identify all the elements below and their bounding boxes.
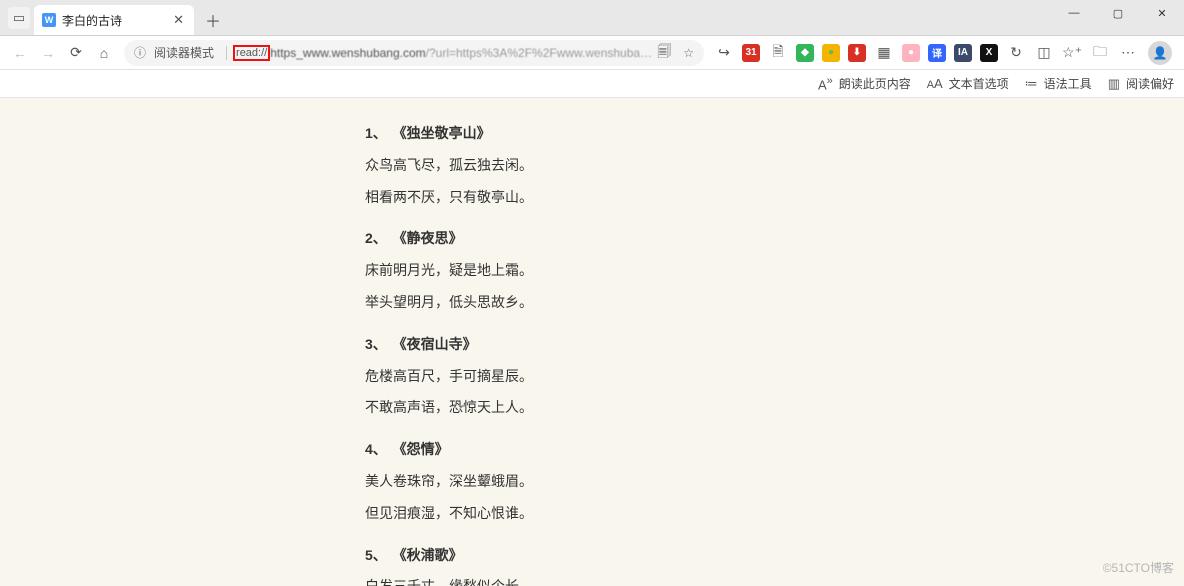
window-controls: — ▢ ✕: [1052, 0, 1184, 35]
read-scheme-highlight: read://: [233, 45, 270, 61]
tab-overview-button[interactable]: ▭: [8, 7, 30, 29]
reader-options-bar: A» 朗读此页内容 AA 文本首选项 ≔ 语法工具 ▥ 阅读偏好: [0, 70, 1184, 98]
poem-line: 众鸟高飞尽，孤云独去闲。: [365, 154, 1005, 178]
text-pref-label: 文本首选项: [949, 75, 1009, 92]
new-tab-button[interactable]: ＋: [200, 7, 226, 33]
tab-title: 李白的古诗: [62, 12, 171, 29]
clipboard-icon[interactable]: 🗎: [764, 39, 792, 67]
forward-button[interactable]: →: [34, 39, 62, 67]
text-size-icon: AA: [927, 76, 943, 91]
reading-pref-label: 阅读偏好: [1126, 75, 1174, 92]
read-aloud-button[interactable]: A» 朗读此页内容: [818, 75, 911, 92]
book-icon: ▥: [1108, 76, 1120, 92]
ext-icon-shield[interactable]: ◆: [796, 44, 814, 62]
poem-title: 5、 《秋浦歌》: [365, 544, 1005, 568]
reader-toggle-icon[interactable]: 🗐: [653, 40, 675, 66]
window-grid-icon[interactable]: ▦: [870, 39, 898, 67]
address-bar[interactable]: ⓘ 阅读器模式 read:// https_www.wenshubang.com…: [124, 40, 704, 66]
poem-title: 2、 《静夜思》: [365, 227, 1005, 251]
back-button[interactable]: ←: [6, 39, 34, 67]
reader-mode-label: 阅读器模式: [154, 44, 214, 61]
poem-line: 相看两不厌，只有敬亭山。: [365, 186, 1005, 210]
url-text: https_www.wenshubang.com/?url=https%3A%2…: [270, 46, 653, 60]
read-aloud-label: 朗读此页内容: [839, 75, 911, 92]
poem-line: 床前明月光，疑是地上霜。: [365, 259, 1005, 283]
text-preferences-button[interactable]: AA 文本首选项: [927, 75, 1009, 92]
poem-title: 1、 《独坐敬亭山》: [365, 122, 1005, 146]
sidepanel-icon[interactable]: ◫: [1030, 39, 1058, 67]
favorite-button[interactable]: ☆: [683, 46, 694, 60]
toolbar: ← → ⟳ ⌂ ⓘ 阅读器模式 read:// https_www.wenshu…: [0, 36, 1184, 70]
minimize-button[interactable]: —: [1052, 0, 1096, 27]
ext-icon-x[interactable]: X: [980, 44, 998, 62]
poem-title: 4、 《怨情》: [365, 438, 1005, 462]
grammar-tools-button[interactable]: ≔ 语法工具: [1025, 75, 1092, 92]
ext-icon-duck[interactable]: ●: [822, 44, 840, 62]
reader-content[interactable]: 1、 《独坐敬亭山》众鸟高飞尽，孤云独去闲。相看两不厌，只有敬亭山。 2、 《静夜…: [0, 98, 1184, 586]
ext-icon-ia[interactable]: IA: [954, 44, 972, 62]
address-separator: [226, 46, 227, 60]
article-body: 1、 《独坐敬亭山》众鸟高飞尽，孤云独去闲。相看两不厌，只有敬亭山。 2、 《静夜…: [365, 98, 1005, 586]
poem-title: 3、 《夜宿山寺》: [365, 333, 1005, 357]
send-to-device-icon[interactable]: ↪: [710, 39, 738, 67]
poem-line: 不敢高声语，恐惊天上人。: [365, 396, 1005, 420]
close-tab-button[interactable]: ✕: [171, 12, 186, 28]
ext-icon-translate[interactable]: 译: [928, 44, 946, 62]
grammar-icon: ≔: [1025, 76, 1038, 92]
more-button[interactable]: ⋯: [1114, 39, 1142, 67]
sync-icon[interactable]: ↻: [1002, 39, 1030, 67]
tab-favicon: W: [42, 13, 56, 27]
maximize-button[interactable]: ▢: [1096, 0, 1140, 27]
ext-icon-down[interactable]: ⬇: [848, 44, 866, 62]
favorites-bar-icon[interactable]: ☆⁺: [1058, 39, 1086, 67]
site-info-icon[interactable]: ⓘ: [134, 44, 146, 61]
poem-line: 白发三千丈，缘愁似个长。: [365, 575, 1005, 586]
profile-avatar[interactable]: 👤: [1148, 41, 1172, 65]
home-button[interactable]: ⌂: [90, 39, 118, 67]
collections-icon[interactable]: 🗀: [1086, 39, 1114, 67]
poem-line: 危楼高百尺，手可摘星辰。: [365, 365, 1005, 389]
close-window-button[interactable]: ✕: [1140, 0, 1184, 27]
browser-tab[interactable]: W 李白的古诗 ✕: [34, 5, 194, 35]
reading-preferences-button[interactable]: ▥ 阅读偏好: [1108, 75, 1174, 92]
poem-line: 举头望明月，低头思故乡。: [365, 291, 1005, 315]
url-box: read:// https_www.wenshubang.com/?url=ht…: [233, 45, 653, 61]
tab-strip: ▭ W 李白的古诗 ✕ ＋ — ▢ ✕: [0, 0, 1184, 36]
speaker-icon: A»: [818, 75, 833, 92]
ext-icon-red-badge[interactable]: 31: [742, 44, 760, 62]
poem-line: 美人卷珠帘，深坐颦蛾眉。: [365, 470, 1005, 494]
extension-icons: ↪ 31 🗎 ◆ ● ⬇ ▦ ● 译 IA X ↻ ◫ ☆⁺ 🗀 ⋯ 👤: [710, 39, 1178, 67]
poem-line: 但见泪痕湿，不知心恨谁。: [365, 502, 1005, 526]
ext-icon-pig[interactable]: ●: [902, 44, 920, 62]
refresh-button[interactable]: ⟳: [62, 39, 90, 67]
grammar-label: 语法工具: [1044, 75, 1092, 92]
